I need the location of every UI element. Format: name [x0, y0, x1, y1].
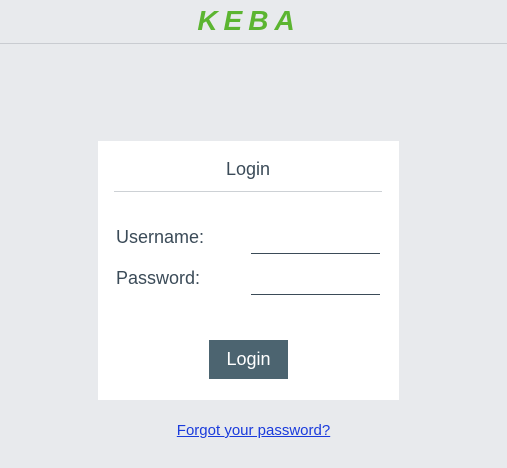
username-label: Username:	[116, 227, 205, 247]
logo-text: KEBA	[197, 6, 300, 34]
title-divider	[114, 191, 382, 192]
forgot-password-link[interactable]: Forgot your password?	[177, 422, 330, 439]
login-button[interactable]: Login	[209, 340, 288, 379]
username-input[interactable]	[251, 231, 380, 254]
login-card: Login Username: Password: Login	[98, 141, 399, 400]
login-title: Login	[225, 159, 271, 179]
keba-logo: KEBA	[197, 6, 300, 34]
password-input[interactable]	[251, 272, 380, 295]
forgot-password-container: Forgot your password?	[0, 422, 507, 439]
header-bar: KEBA	[0, 0, 507, 44]
password-label: Password:	[116, 268, 201, 288]
